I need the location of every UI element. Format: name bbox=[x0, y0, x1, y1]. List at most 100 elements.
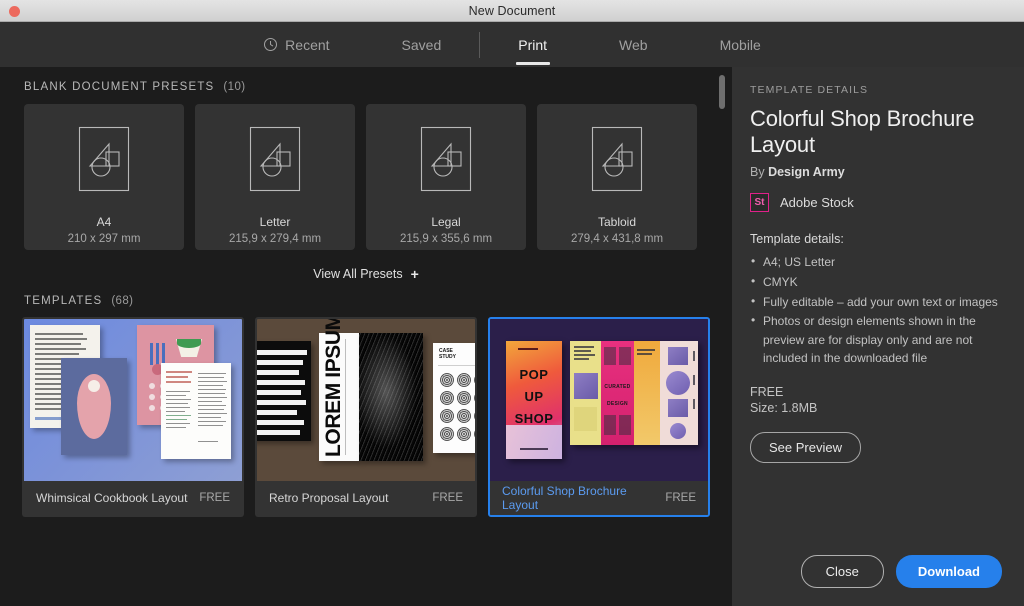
content-scrollbar[interactable] bbox=[718, 70, 726, 550]
preset-card-tabloid[interactable]: Tabloid 279,4 x 431,8 mm bbox=[537, 104, 697, 250]
templates-heading-label: TEMPLATES bbox=[24, 295, 103, 307]
thumb-headline: LOREM IPSUM DO bbox=[322, 319, 345, 457]
thumb-label: CASE STUDY bbox=[439, 348, 456, 360]
tab-mobile[interactable]: Mobile bbox=[684, 22, 797, 67]
thumb-cover: POP UP SHOP bbox=[506, 341, 562, 459]
thumb-panel-label-1: CURATED bbox=[604, 384, 631, 390]
new-document-dialog: New Document Recent Saved Print Web Mobi… bbox=[0, 0, 1024, 606]
document-page-icon bbox=[420, 126, 472, 197]
blank-presets-heading-label: BLANK DOCUMENT PRESETS bbox=[24, 81, 215, 93]
tab-bar: Recent Saved Print Web Mobile bbox=[0, 22, 1024, 67]
template-details-pane: TEMPLATE DETAILS Colorful Shop Brochure … bbox=[732, 67, 1024, 606]
thumb-headline-3: SHOP bbox=[514, 411, 554, 426]
template-title: Retro Proposal Layout bbox=[269, 491, 389, 505]
thumb-page bbox=[257, 341, 311, 441]
adobe-stock-row: St Adobe Stock bbox=[750, 193, 1002, 213]
thumb-headline-2: UP bbox=[524, 389, 544, 404]
preset-card-letter[interactable]: Letter 215,9 x 279,4 mm bbox=[195, 104, 355, 250]
thumb-decor bbox=[150, 343, 168, 365]
blank-presets-count: (10) bbox=[223, 81, 246, 93]
close-window-dot[interactable] bbox=[9, 6, 20, 17]
template-card-retro-proposal[interactable]: LOREM IPSUM DO CASE STUDY Retro Proposal… bbox=[255, 317, 477, 517]
tab-list: Recent Saved Print Web Mobile bbox=[227, 22, 797, 67]
dialog-body: BLANK DOCUMENT PRESETS (10) A4 210 x 297… bbox=[0, 67, 1024, 606]
tab-recent[interactable]: Recent bbox=[227, 22, 365, 67]
thumb-page bbox=[61, 358, 127, 455]
details-template-name: Colorful Shop Brochure Layout bbox=[750, 106, 975, 157]
template-card-footer: Retro Proposal Layout FREE bbox=[257, 481, 475, 515]
blank-presets-heading: BLANK DOCUMENT PRESETS (10) bbox=[0, 67, 732, 93]
preset-name: Letter bbox=[259, 215, 291, 229]
preset-name: Tabloid bbox=[597, 215, 637, 229]
details-price: FREE bbox=[750, 385, 784, 400]
preset-dims: 279,4 x 431,8 mm bbox=[570, 233, 664, 245]
list-item: A4; US Letter bbox=[750, 252, 1002, 272]
scrollbar-thumb[interactable] bbox=[719, 75, 725, 109]
template-thumbnail bbox=[24, 319, 242, 481]
preset-card-row: A4 210 x 297 mm Letter 215,9 x 279,4 mm bbox=[0, 93, 732, 250]
template-card-colorful-shop-brochure[interactable]: POP UP SHOP CURATED DESIGN Colorful Shop… bbox=[488, 317, 710, 517]
template-price: FREE bbox=[432, 492, 463, 504]
preset-dims: 215,9 x 355,6 mm bbox=[399, 233, 493, 245]
thumb-spread: CURATED DESIGN bbox=[570, 341, 698, 445]
thumb-panel: CURATED DESIGN bbox=[601, 341, 634, 445]
template-card-footer: Colorful Shop Brochure Layout FREE bbox=[490, 481, 708, 515]
details-bullet-list: A4; US Letter CMYK Fully editable – add … bbox=[750, 252, 1002, 368]
template-card-row: Whimsical Cookbook Layout FREE LOREM IPS… bbox=[0, 307, 732, 517]
view-all-presets-label: View All Presets bbox=[313, 267, 403, 281]
details-subheading: Template details: bbox=[750, 232, 844, 247]
window-title: New Document bbox=[468, 3, 556, 18]
preset-name: A4 bbox=[96, 215, 112, 229]
thumb-panel bbox=[660, 341, 698, 445]
template-thumbnail: POP UP SHOP CURATED DESIGN bbox=[490, 319, 708, 481]
template-price: FREE bbox=[199, 492, 230, 504]
details-author: Design Army bbox=[768, 165, 845, 180]
tab-print[interactable]: Print bbox=[482, 22, 583, 67]
template-card-whimsical-cookbook[interactable]: Whimsical Cookbook Layout FREE bbox=[22, 317, 244, 517]
list-item: Fully editable – add your own text or im… bbox=[750, 292, 1002, 312]
thumb-page: CASE STUDY bbox=[433, 343, 475, 453]
tab-recent-label: Recent bbox=[285, 36, 330, 53]
view-all-presets-button[interactable]: View All Presets + bbox=[0, 267, 732, 281]
document-page-icon bbox=[249, 126, 301, 197]
thumb-page bbox=[359, 333, 423, 461]
preset-card-a4[interactable]: A4 210 x 297 mm bbox=[24, 104, 184, 250]
details-size: Size: 1.8MB bbox=[750, 401, 818, 416]
details-section-label: TEMPLATE DETAILS bbox=[750, 84, 869, 96]
preset-name: Legal bbox=[431, 215, 461, 229]
template-title: Colorful Shop Brochure Layout bbox=[502, 484, 627, 512]
thumb-panel bbox=[570, 341, 601, 445]
tab-web-label: Web bbox=[619, 36, 648, 53]
list-item: Photos or design elements shown in the p… bbox=[750, 311, 1002, 368]
content-pane: BLANK DOCUMENT PRESETS (10) A4 210 x 297… bbox=[0, 67, 732, 606]
template-card-footer: Whimsical Cookbook Layout FREE bbox=[24, 481, 242, 515]
dialog-actions: Close Download bbox=[800, 555, 1002, 588]
thumb-page bbox=[161, 363, 231, 459]
see-preview-button[interactable]: See Preview bbox=[750, 432, 861, 464]
window-controls[interactable] bbox=[9, 6, 20, 17]
preset-dims: 215,9 x 279,4 mm bbox=[228, 233, 322, 245]
thumb-decor bbox=[177, 339, 201, 348]
tab-saved-label: Saved bbox=[401, 36, 442, 53]
tab-saved[interactable]: Saved bbox=[366, 22, 478, 67]
tab-print-label: Print bbox=[518, 36, 548, 53]
plus-icon: + bbox=[410, 266, 419, 282]
clock-icon bbox=[263, 37, 278, 52]
thumb-page: LOREM IPSUM DO bbox=[319, 319, 359, 461]
thumb-headline-1: POP bbox=[519, 367, 549, 382]
window-titlebar: New Document bbox=[0, 0, 1024, 22]
preset-card-legal[interactable]: Legal 215,9 x 355,6 mm bbox=[366, 104, 526, 250]
close-button[interactable]: Close bbox=[800, 555, 884, 588]
download-button[interactable]: Download bbox=[895, 555, 1002, 588]
thumb-panel-label-2: DESIGN bbox=[607, 401, 628, 407]
tab-web[interactable]: Web bbox=[583, 22, 684, 67]
thumb-panel bbox=[634, 341, 660, 445]
list-item: CMYK bbox=[750, 272, 1002, 292]
adobe-stock-icon: St bbox=[750, 193, 769, 213]
adobe-stock-label: Adobe Stock bbox=[780, 195, 854, 211]
document-page-icon bbox=[591, 126, 643, 197]
details-by-prefix: By bbox=[750, 165, 769, 180]
template-thumbnail: LOREM IPSUM DO CASE STUDY bbox=[257, 319, 475, 481]
templates-heading: TEMPLATES (68) bbox=[0, 281, 732, 307]
document-page-icon bbox=[78, 126, 130, 197]
